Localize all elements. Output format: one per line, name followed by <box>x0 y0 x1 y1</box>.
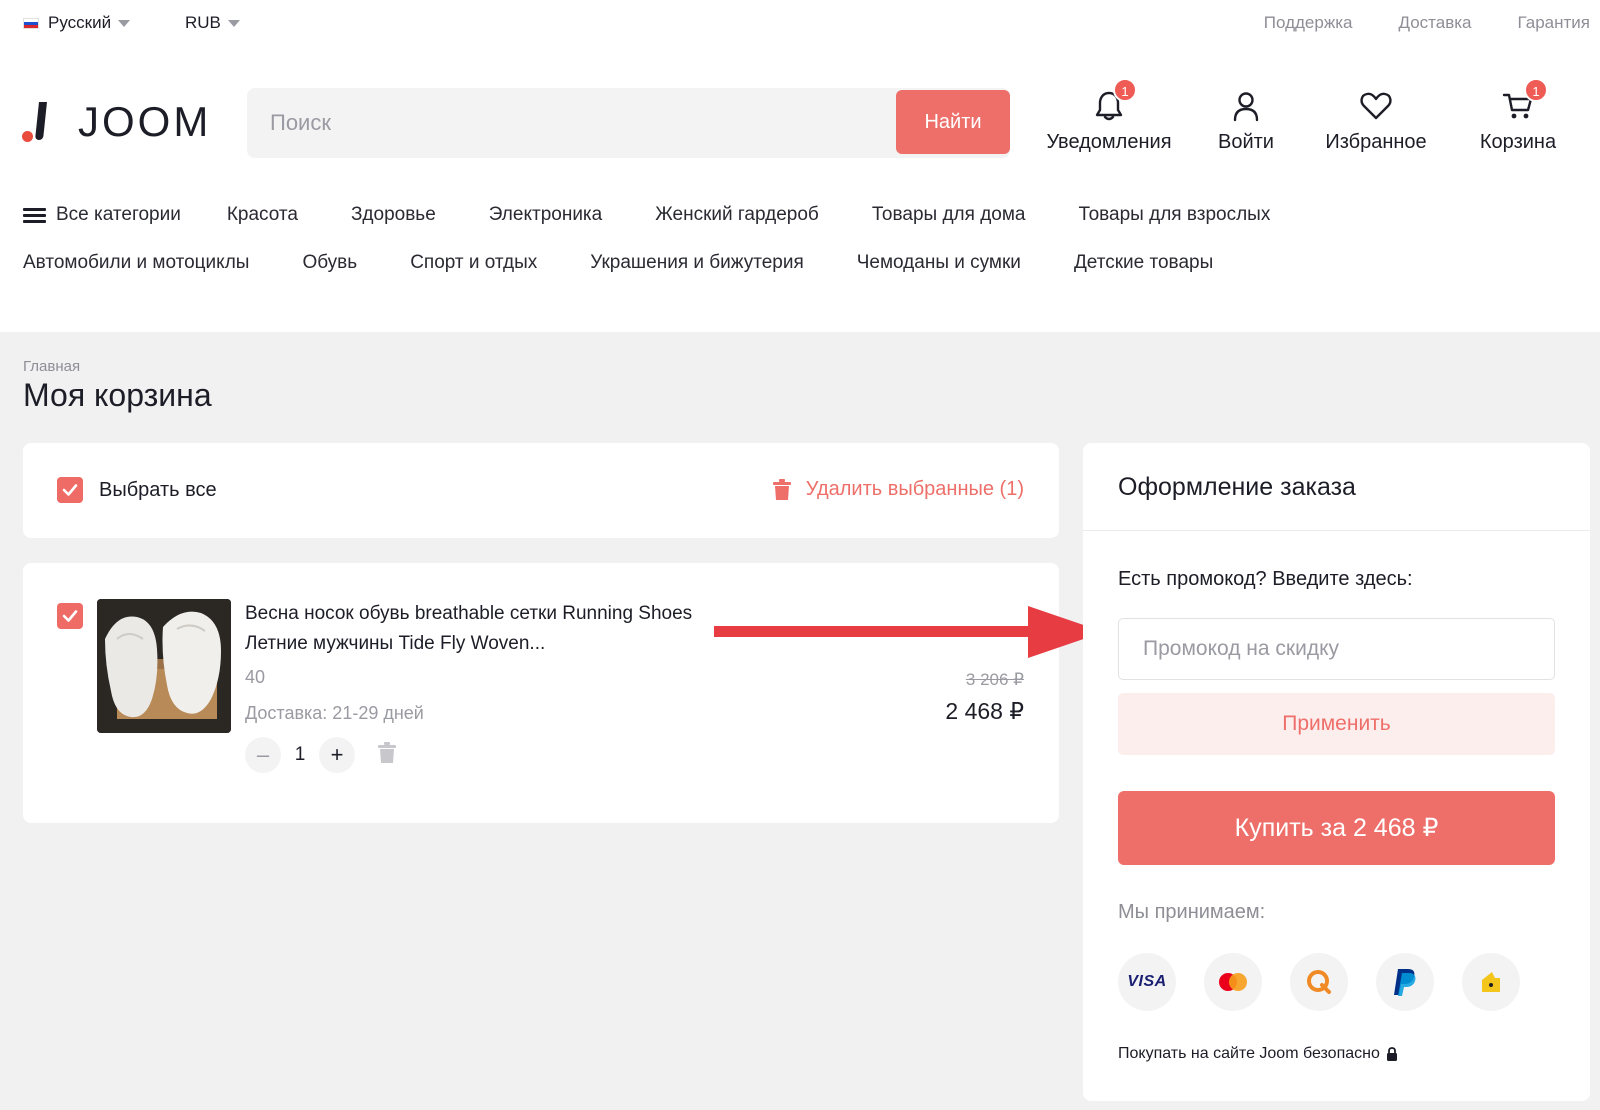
delete-selected-button[interactable]: Удалить выбранные (1) <box>772 478 1024 501</box>
category-adult[interactable]: Товары для взрослых <box>1078 204 1270 226</box>
caret-down-icon <box>227 19 240 27</box>
lock-icon <box>1386 1046 1397 1061</box>
order-heading: Оформление заказа <box>1118 473 1356 501</box>
quantity-stepper: – 1 + <box>245 737 397 773</box>
decrease-quantity-button[interactable]: – <box>245 737 281 773</box>
increase-quantity-button[interactable]: + <box>319 737 355 773</box>
notifications-label: Уведомления <box>1046 131 1172 153</box>
user-icon <box>1233 92 1259 122</box>
category-auto[interactable]: Автомобили и мотоциклы <box>23 252 249 274</box>
cart-item: Весна носок обувь breathable сетки Runni… <box>23 563 1059 823</box>
page-title: Моя корзина <box>23 377 212 413</box>
header: Русский RUB Поддержка Доставка Гарантия … <box>0 0 1600 332</box>
category-jewelry[interactable]: Украшения и бижутерия <box>590 252 803 274</box>
cart-button[interactable]: 1 Корзина <box>1476 78 1560 154</box>
category-row-1: Все категории Красота Здоровье Электрони… <box>23 204 1270 226</box>
quantity-value: 1 <box>294 744 306 765</box>
category-row-2: Автомобили и мотоциклы Обувь Спорт и отд… <box>23 252 1213 274</box>
category-kids[interactable]: Детские товары <box>1074 252 1213 274</box>
delivery-link[interactable]: Доставка <box>1398 13 1471 33</box>
annotation-arrow-icon <box>714 606 1104 658</box>
select-all-card: Выбрать все Удалить выбранные (1) <box>23 443 1059 538</box>
login-button[interactable]: Войти <box>1216 84 1276 154</box>
caret-down-icon <box>118 19 131 27</box>
check-icon <box>62 610 78 622</box>
language-selector[interactable]: Русский <box>23 13 131 33</box>
category-health[interactable]: Здоровье <box>351 204 436 226</box>
item-checkbox[interactable] <box>57 603 83 629</box>
check-icon <box>62 484 78 496</box>
mastercard-icon <box>1204 953 1262 1011</box>
all-categories-button[interactable]: Все категории <box>23 204 181 226</box>
all-categories-label: Все категории <box>56 204 181 225</box>
breadcrumb[interactable]: Главная <box>23 358 80 375</box>
paypal-icon <box>1376 953 1434 1011</box>
logo-text: JOOM <box>78 98 212 145</box>
category-beauty[interactable]: Красота <box>227 204 298 226</box>
favorites-button[interactable]: Избранное <box>1321 84 1431 154</box>
visa-icon: VISA <box>1118 953 1176 1011</box>
notifications-button[interactable]: 1 Уведомления <box>1043 78 1175 154</box>
top-links: Поддержка Доставка Гарантия <box>1218 13 1590 33</box>
secure-note: Покупать на сайте Joom безопасно <box>1118 1045 1398 1063</box>
remove-item-button[interactable] <box>377 741 397 769</box>
accept-label: Мы принимаем: <box>1118 901 1266 923</box>
visa-label: VISA <box>1127 973 1167 990</box>
promo-code-input[interactable] <box>1118 618 1555 680</box>
product-size: 40 <box>245 667 266 687</box>
category-sport[interactable]: Спорт и отдых <box>410 252 537 274</box>
buy-button[interactable]: Купить за 2 468 ₽ <box>1118 791 1555 865</box>
cart-label: Корзина <box>1479 131 1557 153</box>
qiwi-icon <box>1290 953 1348 1011</box>
product-title[interactable]: Весна носок обувь breathable сетки Runni… <box>245 599 705 659</box>
divider <box>1083 530 1590 531</box>
heart-icon <box>1360 92 1392 120</box>
category-bags[interactable]: Чемоданы и сумки <box>857 252 1021 274</box>
category-electronics[interactable]: Электроника <box>489 204 602 226</box>
product-image[interactable] <box>97 599 231 733</box>
search-input[interactable] <box>247 88 897 158</box>
menu-icon <box>23 207 46 223</box>
warranty-link[interactable]: Гарантия <box>1518 13 1591 33</box>
order-panel: Оформление заказа Есть промокод? Введите… <box>1083 443 1590 1101</box>
login-label: Войти <box>1218 131 1274 153</box>
top-bar: Русский RUB Поддержка Доставка Гарантия <box>0 0 1600 46</box>
notifications-badge: 1 <box>1113 78 1137 102</box>
select-all-label: Выбрать все <box>99 479 217 501</box>
secure-text: Покупать на сайте Joom безопасно <box>1118 1045 1380 1062</box>
category-shoes[interactable]: Обувь <box>302 252 357 274</box>
category-home[interactable]: Товары для дома <box>872 204 1026 226</box>
joom-logo[interactable]: JOOM <box>22 98 211 146</box>
select-all-checkbox[interactable] <box>57 477 83 503</box>
trash-icon <box>772 478 791 500</box>
currency-label: RUB <box>185 13 221 32</box>
cart-badge: 1 <box>1524 78 1548 102</box>
category-women[interactable]: Женский гардероб <box>655 204 819 226</box>
payment-methods: VISA <box>1118 953 1548 1011</box>
item-price: 2 468 ₽ <box>945 698 1024 724</box>
currency-selector[interactable]: RUB <box>185 13 240 33</box>
joom-logo-mark <box>22 100 52 144</box>
search-button[interactable]: Найти <box>896 90 1010 154</box>
product-delivery: Доставка: 21-29 дней <box>245 703 424 723</box>
russia-flag-icon <box>23 17 39 29</box>
promo-label: Есть промокод? Введите здесь: <box>1118 568 1413 590</box>
delete-selected-label: Удалить выбранные (1) <box>805 478 1024 500</box>
apply-promo-button[interactable]: Применить <box>1118 693 1555 755</box>
trash-icon <box>378 741 396 763</box>
yandex-money-icon <box>1462 953 1520 1011</box>
old-price: 3 206 ₽ <box>965 670 1024 689</box>
support-link[interactable]: Поддержка <box>1264 13 1353 33</box>
language-label: Русский <box>48 13 112 32</box>
search-bar: Найти <box>247 88 1010 158</box>
favorites-label: Избранное <box>1325 131 1427 153</box>
